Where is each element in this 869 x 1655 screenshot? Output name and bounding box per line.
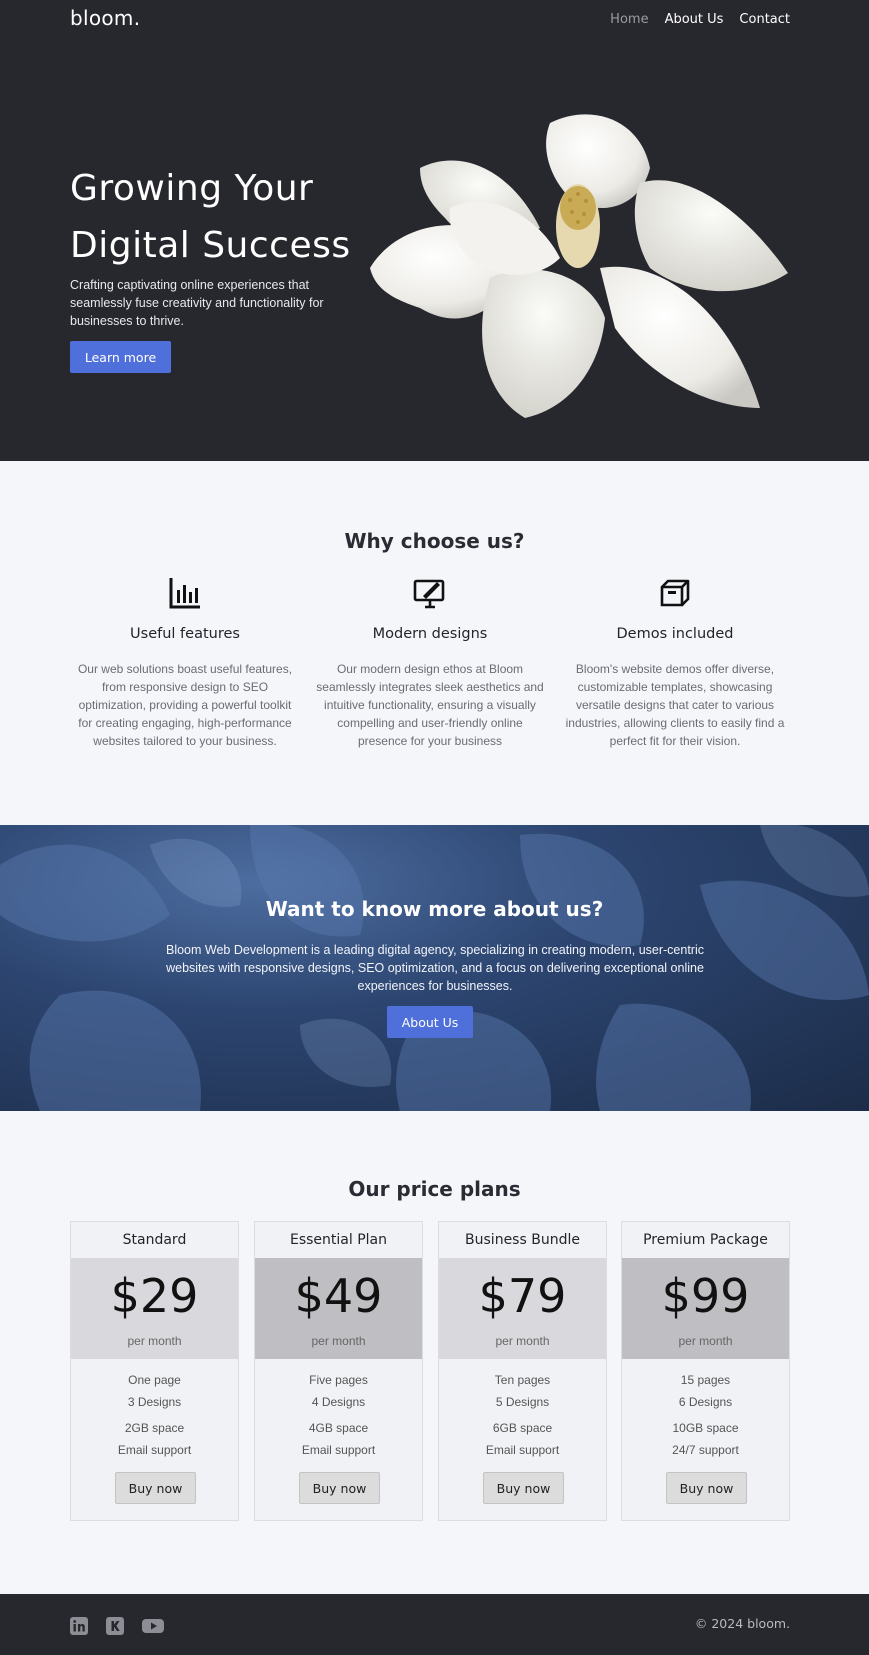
hero-title: Growing Your Digital Success [70, 168, 351, 266]
plan-feature: 15 pages [680, 1373, 731, 1387]
plan-feature: One page [128, 1373, 181, 1387]
feature-text: Our modern design ethos at Bloom seamles… [316, 662, 544, 748]
plan-price: $79 [478, 1269, 567, 1323]
buy-now-button[interactable]: Buy now [115, 1472, 196, 1504]
plan-period: per month [495, 1334, 550, 1348]
hero-text: Crafting captivating online experiences … [70, 278, 324, 328]
plan-feature: 3 Designs [127, 1395, 182, 1409]
plan-period: per month [311, 1334, 366, 1348]
plan-feature: 24/7 support [672, 1443, 739, 1457]
plan-name: Premium Package [643, 1232, 768, 1248]
plan-price-box: $49 per month [255, 1258, 422, 1359]
magnolia-flower-image [370, 114, 788, 418]
kickstarter-icon[interactable] [106, 1617, 124, 1639]
feature-modern: Modern designs Our modern design ethos a… [315, 576, 545, 750]
plan-card-premium: Premium Package $99 per month 15 pages 6… [621, 1221, 790, 1521]
plan-features: Five pages 4 Designs 4GB space Email sup… [255, 1369, 422, 1461]
plan-period: per month [678, 1334, 733, 1348]
plan-name: Essential Plan [289, 1232, 387, 1248]
plan-card-standard: Standard $29 per month One page 3 Design… [70, 1221, 239, 1521]
plan-feature: 10GB space [672, 1421, 739, 1435]
plan-feature: Email support [485, 1443, 560, 1457]
plan-price: $99 [661, 1269, 750, 1323]
plan-feature: Email support [301, 1443, 376, 1457]
plan-feature: 6 Designs [678, 1395, 733, 1409]
footer: © 2024 bloom. [0, 1594, 869, 1655]
plan-feature: 4 Designs [311, 1395, 366, 1409]
buy-now-button[interactable]: Buy now [299, 1472, 380, 1504]
plan-feature: Email support [117, 1443, 192, 1457]
plan-feature: 4GB space [308, 1421, 369, 1435]
youtube-icon[interactable] [142, 1617, 164, 1639]
plan-name: Business Bundle [465, 1232, 580, 1248]
plan-card-essential: Essential Plan $49 per month Five pages … [254, 1221, 423, 1521]
plan-features: 15 pages 6 Designs 10GB space 24/7 suppo… [622, 1369, 789, 1461]
hero-section: bloom. Home About Us Contact Growing You… [0, 0, 869, 461]
plan-price: $49 [294, 1269, 383, 1323]
feature-title: Useful features [130, 626, 240, 642]
linkedin-icon[interactable] [70, 1617, 88, 1639]
plan-price-box: $29 per month [71, 1258, 238, 1359]
pricing-title: Our price plans [348, 1177, 521, 1201]
why-title: Why choose us? [344, 529, 525, 553]
plan-features: Ten pages 5 Designs 6GB space Email supp… [439, 1369, 606, 1461]
feature-title: Demos included [616, 626, 734, 642]
plan-feature: 5 Designs [495, 1395, 550, 1409]
plan-name: Standard [122, 1232, 187, 1248]
buy-now-button[interactable]: Buy now [483, 1472, 564, 1504]
plan-price-box: $99 per month [622, 1258, 789, 1359]
nav-contact[interactable]: Contact [739, 12, 790, 27]
about-title: Want to know more about us? [265, 897, 604, 921]
copyright: © 2024 bloom. [694, 1616, 790, 1631]
plan-feature: Five pages [309, 1373, 368, 1387]
plan-price: $29 [110, 1269, 199, 1323]
logo[interactable]: bloom. [70, 6, 140, 30]
plan-period: per month [127, 1334, 182, 1348]
feature-demos: Demos included Bloom's website demos off… [560, 576, 790, 750]
bar-chart-icon [169, 578, 200, 609]
nav-home[interactable]: Home [610, 12, 648, 27]
plan-feature: 6GB space [492, 1421, 553, 1435]
social-links [70, 1617, 164, 1639]
feature-useful: Useful features Our web solutions boast … [70, 576, 300, 750]
plan-price-box: $79 per month [439, 1258, 606, 1359]
learn-more-button[interactable]: Learn more [70, 341, 171, 373]
feature-text: Bloom's website demos offer diverse, cus… [565, 662, 785, 748]
nav-about-us[interactable]: About Us [665, 12, 724, 27]
plan-feature: Ten pages [494, 1373, 551, 1387]
about-us-button[interactable]: About Us [387, 1006, 473, 1038]
box-icon [660, 579, 690, 607]
main-nav: Home About Us Contact [610, 12, 790, 27]
about-section: Want to know more about us? Bloom Web De… [0, 825, 869, 1111]
about-text: Bloom Web Development is a leading digit… [165, 943, 704, 993]
plan-card-business: Business Bundle $79 per month Ten pages … [438, 1221, 607, 1521]
monitor-pen-icon [413, 579, 445, 609]
feature-text: Our web solutions boast useful features,… [77, 662, 293, 748]
buy-now-button[interactable]: Buy now [666, 1472, 747, 1504]
plan-feature: 2GB space [124, 1421, 185, 1435]
feature-title: Modern designs [372, 626, 488, 642]
plan-features: One page 3 Designs 2GB space Email suppo… [71, 1369, 238, 1461]
